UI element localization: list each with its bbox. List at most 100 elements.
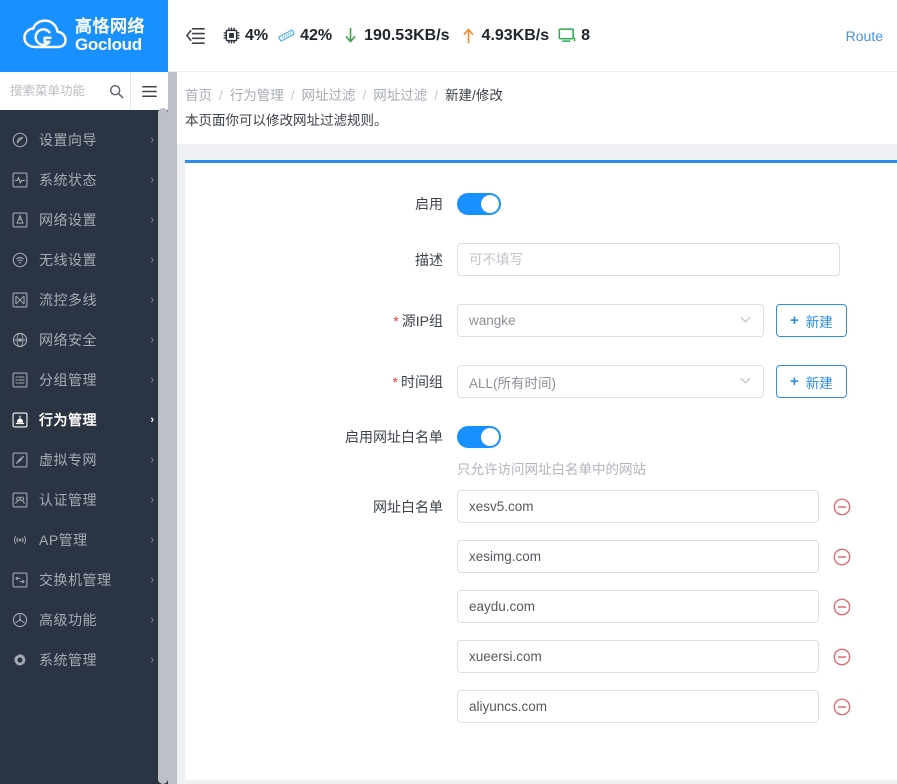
brand-name-en: Gocloud bbox=[75, 35, 142, 54]
enable-row: 启用 bbox=[185, 193, 897, 215]
route-link[interactable]: Route bbox=[846, 28, 883, 44]
wifi-icon bbox=[10, 250, 30, 270]
sidebar-item-label: 系统状态 bbox=[39, 172, 97, 188]
time-group-row: * 时间组 ALL(所有时间) + 新建 bbox=[185, 365, 897, 398]
sidebar-item-label: 分组管理 bbox=[39, 372, 97, 388]
minus-circle-icon[interactable] bbox=[833, 698, 851, 716]
card-area: 启用 描述 *源IP组 bbox=[168, 144, 897, 784]
breadcrumb-separator: / bbox=[290, 88, 295, 103]
sidebar-scrollbar[interactable] bbox=[158, 108, 168, 784]
sidebar-item-5[interactable]: 流控多线 › bbox=[0, 280, 168, 320]
time-group-select[interactable]: ALL(所有时间) bbox=[457, 365, 764, 398]
main-scrollbar[interactable] bbox=[168, 72, 177, 784]
sidebar-item-8[interactable]: 行为管理 › bbox=[0, 400, 168, 440]
brand-logo-block[interactable]: 高恪网络 Gocloud bbox=[0, 0, 168, 72]
description-input[interactable] bbox=[457, 243, 840, 276]
source-ip-group-select[interactable]: wangke bbox=[457, 304, 764, 337]
breadcrumb-item-3[interactable]: 网址过滤 bbox=[302, 88, 356, 103]
minus-circle-icon[interactable] bbox=[833, 598, 851, 616]
sidebar-item-label: 认证管理 bbox=[39, 492, 97, 508]
chevron-right-icon: › bbox=[150, 174, 154, 186]
whitelist-input[interactable] bbox=[457, 590, 819, 623]
chevron-right-icon: › bbox=[150, 254, 154, 266]
time-group-new-button[interactable]: + 新建 bbox=[776, 365, 847, 398]
description-row: 描述 bbox=[185, 243, 897, 276]
time-group-label: * 时间组 bbox=[392, 373, 443, 390]
sidebar-item-label: 系统管理 bbox=[39, 652, 97, 668]
cpu-icon bbox=[222, 26, 241, 45]
main-content: 首页 / 行为管理 / 网址过滤 / 网址过滤 / 新建/修改 本页面你可以修改网址过滤规则。 … bbox=[168, 72, 897, 784]
chevron-right-icon: › bbox=[150, 454, 154, 466]
sidebar-item-1[interactable]: 设置向导 › bbox=[0, 120, 168, 160]
sidebar-item-11[interactable]: AP管理 › bbox=[0, 520, 168, 560]
stat-memory: 42% bbox=[277, 26, 332, 45]
stat-download-arrow: 190.53KB/s bbox=[341, 26, 450, 45]
sidebar-item-label: 行为管理 bbox=[39, 412, 97, 428]
whitelist-row bbox=[185, 590, 897, 623]
source-ip-group-new-button[interactable]: + 新建 bbox=[776, 304, 847, 337]
app-root: 高恪网络 Gocloud 搜索菜单功能 设置向导 › 系统状态 › 网络设置 ›… bbox=[0, 0, 897, 784]
chevron-right-icon: › bbox=[150, 334, 154, 346]
sidebar-item-label: 高级功能 bbox=[39, 612, 97, 628]
sidebar-item-3[interactable]: 网络设置 › bbox=[0, 200, 168, 240]
whitelist-input[interactable] bbox=[457, 640, 819, 673]
topbar: 4% 42% 190.53KB/s 4.93KB/s 8 Route bbox=[168, 0, 897, 72]
stat-value: 8 bbox=[581, 26, 591, 44]
whitelist-input[interactable] bbox=[457, 690, 819, 723]
source-ip-group-label: * 源IP组 bbox=[393, 312, 443, 329]
sidebar-search-box[interactable] bbox=[0, 72, 130, 110]
enable-whitelist-row: 启用网址白名单 bbox=[185, 426, 897, 448]
chevron-right-icon: › bbox=[150, 414, 154, 426]
chevron-right-icon: › bbox=[150, 214, 154, 226]
sidebar-item-7[interactable]: 分组管理 › bbox=[0, 360, 168, 400]
sidebar-item-10[interactable]: 认证管理 › bbox=[0, 480, 168, 520]
breadcrumb-item-4[interactable]: 网址过滤 bbox=[373, 88, 427, 103]
whitelist-hint-row: 只允许访问网址白名单中的网站 bbox=[185, 458, 897, 478]
breadcrumb-item-1[interactable]: 首页 bbox=[185, 88, 212, 103]
sidebar-item-6[interactable]: 网络安全 › bbox=[0, 320, 168, 360]
chevron-right-icon: › bbox=[150, 574, 154, 586]
sidebar-item-9[interactable]: 虚拟专网 › bbox=[0, 440, 168, 480]
enable-whitelist-toggle[interactable] bbox=[457, 426, 501, 448]
sidebar-item-12[interactable]: 交换机管理 › bbox=[0, 560, 168, 600]
stat-upload-arrow: 4.93KB/s bbox=[459, 26, 550, 45]
sidebar-collapse-toggle[interactable] bbox=[130, 72, 168, 110]
required-star: * bbox=[392, 373, 398, 390]
whitelist-row bbox=[185, 540, 897, 573]
enable-toggle-knob bbox=[481, 195, 499, 213]
behavior-icon bbox=[10, 410, 30, 430]
chevron-right-icon: › bbox=[150, 494, 154, 506]
sidebar-item-label: 设置向导 bbox=[39, 132, 97, 148]
chevron-down-icon bbox=[739, 374, 752, 390]
hamburger-icon bbox=[142, 85, 157, 97]
sidebar-item-14[interactable]: 系统管理 › bbox=[0, 640, 168, 680]
stat-value: 4.93KB/s bbox=[481, 26, 550, 44]
minus-circle-icon[interactable] bbox=[833, 648, 851, 666]
breadcrumb-separator: / bbox=[434, 88, 439, 103]
list-icon bbox=[10, 370, 30, 390]
enable-whitelist-toggle-knob bbox=[481, 428, 499, 446]
system-stats: 4% 42% 190.53KB/s 4.93KB/s 8 bbox=[222, 26, 846, 45]
minus-circle-icon[interactable] bbox=[833, 548, 851, 566]
monitor-icon bbox=[558, 26, 577, 45]
whitelist-row bbox=[185, 690, 897, 723]
enable-toggle[interactable] bbox=[457, 193, 501, 215]
sidebar-item-4[interactable]: 无线设置 › bbox=[0, 240, 168, 280]
compass-icon bbox=[10, 130, 30, 150]
whitelist-input[interactable] bbox=[457, 490, 819, 523]
search-icon bbox=[109, 84, 124, 99]
collapse-menu-icon[interactable] bbox=[184, 25, 206, 47]
sidebar-item-13[interactable]: 高级功能 › bbox=[0, 600, 168, 640]
minus-circle-icon[interactable] bbox=[833, 498, 851, 516]
gocloud-cloud-logo-icon bbox=[23, 19, 67, 53]
whitelist-hint: 只允许访问网址白名单中的网站 bbox=[457, 462, 646, 477]
chevron-right-icon: › bbox=[150, 374, 154, 386]
ap-icon bbox=[10, 530, 30, 550]
search-input[interactable] bbox=[8, 83, 109, 99]
plus-icon: + bbox=[790, 312, 799, 329]
enable-label: 启用 bbox=[415, 196, 443, 212]
whitelist-row bbox=[185, 640, 897, 673]
whitelist-input[interactable] bbox=[457, 540, 819, 573]
breadcrumb-item-2[interactable]: 行为管理 bbox=[230, 88, 284, 103]
sidebar-item-2[interactable]: 系统状态 › bbox=[0, 160, 168, 200]
